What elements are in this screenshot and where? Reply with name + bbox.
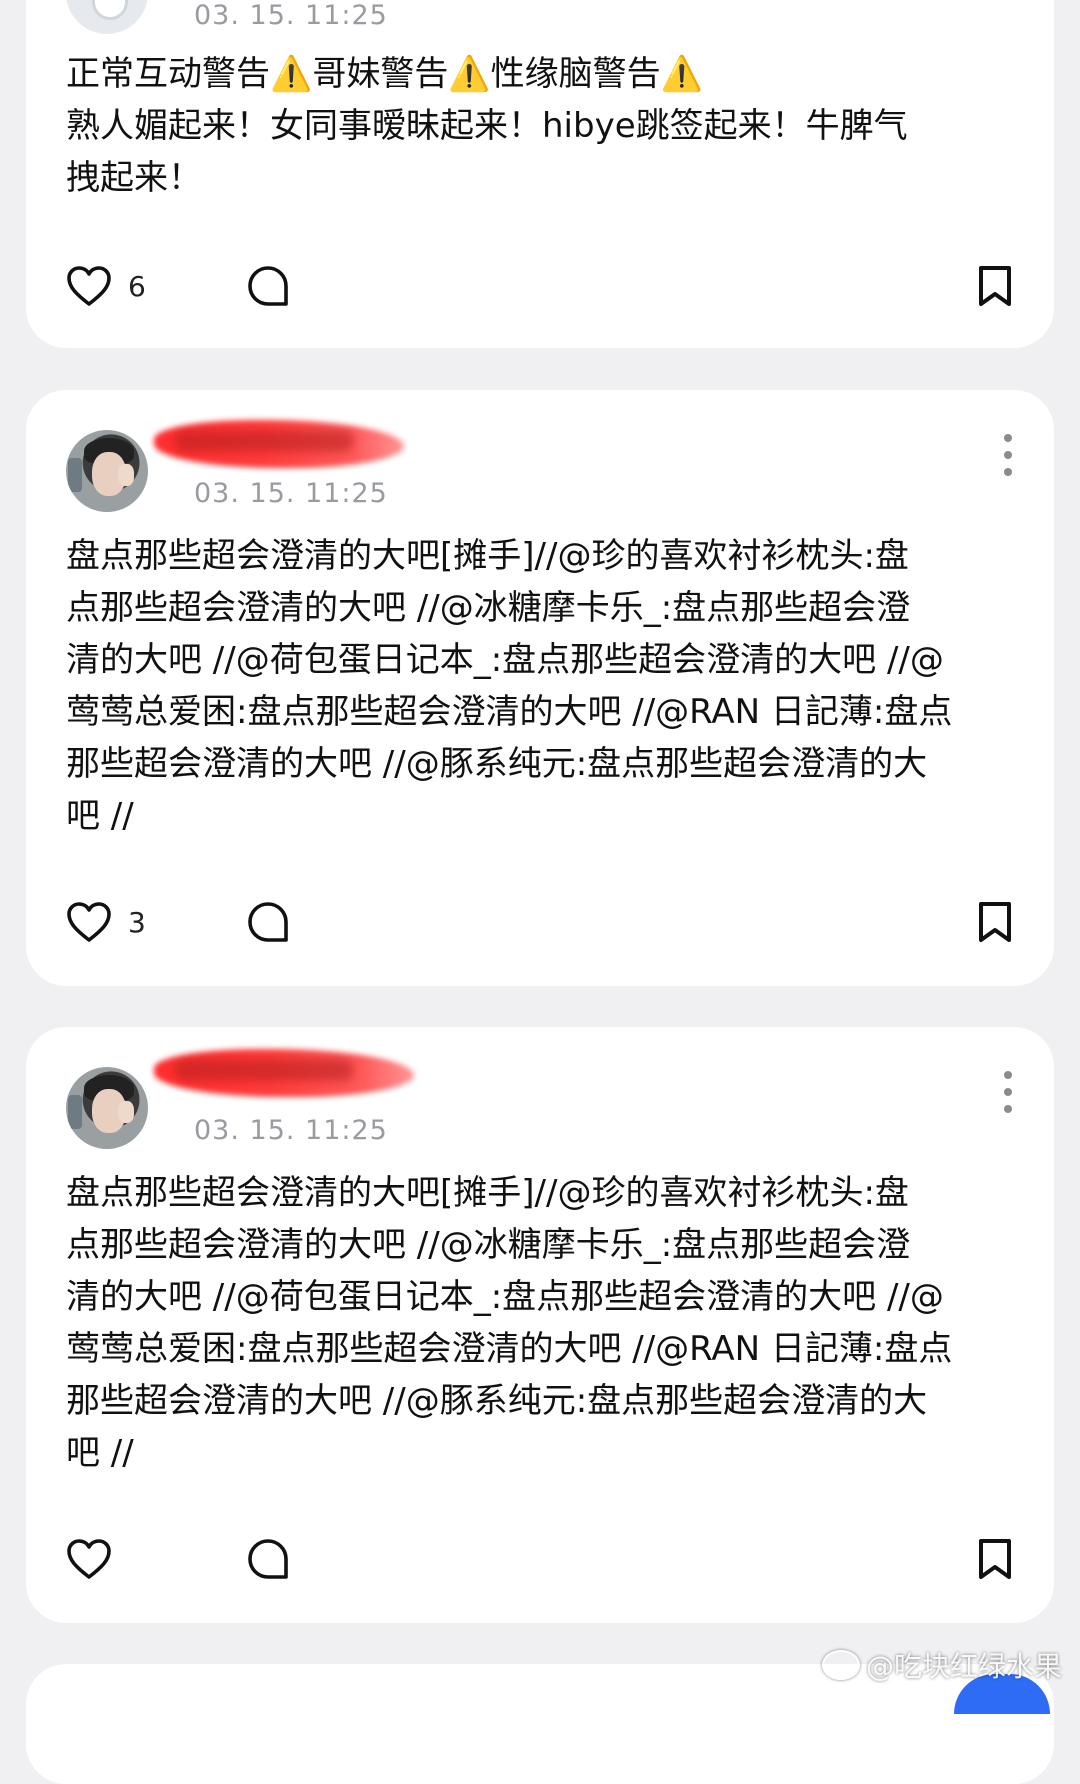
bookmark-button[interactable]	[976, 898, 1014, 946]
post-content-line: 莺莺总爱困:盘点那些超会澄清的大吧 //@RAN 日記薄:盘点	[66, 1329, 953, 1369]
avatar[interactable]	[66, 0, 148, 34]
like-button[interactable]: 3	[66, 898, 146, 946]
comment-bubble-icon	[246, 264, 290, 308]
bookmark-button[interactable]	[976, 1535, 1014, 1583]
comment-button[interactable]	[246, 1535, 290, 1583]
post-card[interactable]: 03. 15. 11:25 正常互动警告⚠️哥妹警告⚠️性缘脑警告⚠️ 熟人媚起…	[26, 0, 1054, 348]
post-content: 正常互动警告⚠️哥妹警告⚠️性缘脑警告⚠️ 熟人媚起来！女同事暧昧起来！hiby…	[66, 48, 1014, 204]
heart-icon	[66, 901, 112, 943]
post-content-line: 吧 //	[66, 1433, 134, 1473]
post-content-line: 清的大吧 //@荷包蛋日记本_:盘点那些超会澄清的大吧 //@	[66, 1277, 944, 1317]
avatar[interactable]	[66, 430, 148, 512]
like-count: 6	[128, 269, 146, 303]
heart-icon	[66, 1538, 112, 1580]
post-content-line: 盘点那些超会澄清的大吧[摊手]//@珍的喜欢衬衫枕头:盘	[66, 1173, 909, 1213]
more-vertical-icon[interactable]	[1002, 1071, 1014, 1113]
bookmark-icon	[976, 1537, 1014, 1581]
watermark-text: @吃块红绿水果	[865, 1650, 1062, 1683]
post-content: 盘点那些超会澄清的大吧[摊手]//@珍的喜欢衬衫枕头:盘 点那些超会澄清的大吧 …	[66, 530, 1014, 842]
post-actions: 3	[66, 898, 1014, 946]
post-actions: 6	[66, 262, 1014, 310]
comment-button[interactable]	[246, 898, 290, 946]
post-content-line: 那些超会澄清的大吧 //@豚系纯元:盘点那些超会澄清的大	[66, 1381, 928, 1421]
post-actions	[66, 1535, 1014, 1583]
post-content-line: 熟人媚起来！女同事暧昧起来！hibye跳签起来！牛脾气	[66, 106, 908, 146]
post-content: 盘点那些超会澄清的大吧[摊手]//@珍的喜欢衬衫枕头:盘 点那些超会澄清的大吧 …	[66, 1167, 1014, 1479]
heart-icon	[66, 265, 112, 307]
avatar[interactable]	[66, 1067, 148, 1149]
watermark: @吃块红绿水果	[821, 1645, 1062, 1685]
comment-button[interactable]	[246, 262, 290, 310]
username-redacted	[154, 1049, 414, 1097]
post-content-line: 正常互动警告⚠️哥妹警告⚠️性缘脑警告⚠️	[66, 54, 704, 94]
post-content-line: 点那些超会澄清的大吧 //@冰糖摩卡乐_:盘点那些超会澄	[66, 1225, 911, 1265]
like-button[interactable]: 6	[66, 262, 146, 310]
post-card[interactable]: 03. 15. 11:25 盘点那些超会澄清的大吧[摊手]//@珍的喜欢衬衫枕头…	[26, 1027, 1054, 1623]
bookmark-icon	[976, 264, 1014, 308]
post-content-line: 盘点那些超会澄清的大吧[摊手]//@珍的喜欢衬衫枕头:盘	[66, 536, 909, 576]
username-redacted	[154, 420, 404, 468]
post-card[interactable]: 03. 15. 11:25 盘点那些超会澄清的大吧[摊手]//@珍的喜欢衬衫枕头…	[26, 390, 1054, 986]
post-timestamp: 03. 15. 11:25	[194, 0, 388, 31]
like-button[interactable]	[66, 1535, 128, 1583]
post-content-line: 吧 //	[66, 796, 134, 836]
bookmark-icon	[976, 900, 1014, 944]
like-count: 3	[128, 905, 146, 939]
more-vertical-icon[interactable]	[1002, 434, 1014, 476]
comment-bubble-icon	[246, 1537, 290, 1581]
post-content-line: 拽起来！	[66, 158, 202, 198]
post-timestamp: 03. 15. 11:25	[194, 1115, 388, 1146]
post-timestamp: 03. 15. 11:25	[194, 478, 388, 509]
post-content-line: 点那些超会澄清的大吧 //@冰糖摩卡乐_:盘点那些超会澄	[66, 588, 911, 628]
comment-bubble-icon	[246, 900, 290, 944]
post-content-line: 莺莺总爱困:盘点那些超会澄清的大吧 //@RAN 日記薄:盘点	[66, 692, 953, 732]
bookmark-button[interactable]	[976, 262, 1014, 310]
weibo-logo-icon	[821, 1650, 860, 1680]
post-content-line: 清的大吧 //@荷包蛋日记本_:盘点那些超会澄清的大吧 //@	[66, 640, 944, 680]
post-content-line: 那些超会澄清的大吧 //@豚系纯元:盘点那些超会澄清的大	[66, 744, 928, 784]
